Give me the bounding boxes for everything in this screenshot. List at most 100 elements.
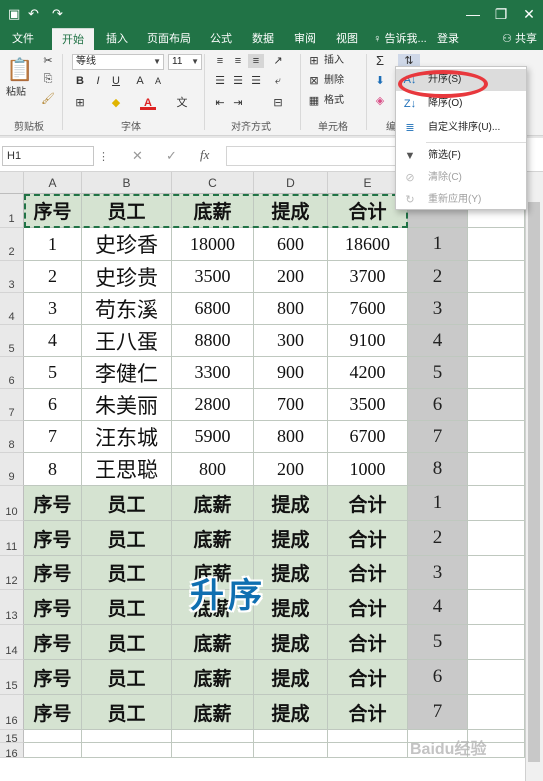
header-cell[interactable]: 序号 (24, 625, 82, 660)
tab-formulas[interactable]: 公式 (202, 28, 240, 50)
data-cell[interactable]: 8800 (172, 325, 254, 357)
cut-icon[interactable]: ✂ (40, 54, 56, 68)
header-cell[interactable]: 提成 (254, 660, 328, 695)
header-cell[interactable]: 序号 (24, 556, 82, 590)
underline-icon[interactable]: U (108, 74, 124, 88)
row-header[interactable]: 4 (0, 293, 24, 325)
increase-indent-icon[interactable]: ⇥ (230, 96, 246, 110)
data-cell[interactable]: 800 (172, 453, 254, 486)
italic-icon[interactable]: I (90, 74, 106, 88)
data-cell[interactable]: 4 (24, 325, 82, 357)
insert-cells-button[interactable]: 插入 (324, 54, 344, 68)
menu-item-filter[interactable]: ▼ 筛选(F) (396, 145, 526, 167)
tab-view[interactable]: 视图 (328, 28, 366, 50)
header-cell[interactable]: 底薪 (172, 660, 254, 695)
row-header[interactable]: 7 (0, 389, 24, 421)
data-cell[interactable]: 1 (24, 228, 82, 261)
header-cell[interactable]: 提成 (254, 521, 328, 556)
orientation-icon[interactable]: ↗ (270, 54, 286, 68)
empty-cell[interactable] (468, 660, 525, 695)
row-header[interactable]: 3 (0, 261, 24, 293)
row-header[interactable]: 16 (0, 695, 24, 730)
formula-input[interactable] (226, 146, 396, 166)
redo-icon[interactable]: ↷ (52, 5, 63, 23)
tab-file[interactable]: 文件 (4, 28, 42, 50)
header-cell[interactable]: 员工 (82, 194, 172, 228)
data-cell[interactable]: 3300 (172, 357, 254, 389)
data-cell[interactable]: 3700 (328, 261, 408, 293)
column-header-d[interactable]: D (254, 172, 328, 194)
row-header[interactable]: 5 (0, 325, 24, 357)
delete-cells-icon[interactable]: ⊠ (306, 74, 322, 88)
empty-cell[interactable] (82, 730, 172, 743)
data-cell[interactable]: 18000 (172, 228, 254, 261)
row-header[interactable]: 2 (0, 228, 24, 261)
font-grow-icon[interactable]: A (132, 74, 148, 88)
header-cell[interactable]: 序号 (24, 695, 82, 730)
tab-page-layout[interactable]: 页面布局 (140, 28, 198, 50)
select-all-corner[interactable] (0, 172, 24, 194)
paste-button-label[interactable]: 粘贴 (6, 86, 26, 100)
data-cell[interactable]: 7 (24, 421, 82, 453)
data-cell[interactable]: 王思聪 (82, 453, 172, 486)
tab-data[interactable]: 数据 (244, 28, 282, 50)
data-cell[interactable]: 8 (24, 453, 82, 486)
header-cell[interactable]: 合计 (328, 660, 408, 695)
header-cell[interactable]: 员工 (82, 556, 172, 590)
worksheet-grid[interactable]: A B C D E 1 2 3 4 5 6 7 8 9 10 11 12 13 14 15 16 15 16 序号… (0, 172, 543, 781)
paste-icon[interactable]: 📋 (6, 56, 33, 84)
data-cell[interactable]: 200 (254, 453, 328, 486)
data-cell[interactable]: 王八蛋 (82, 325, 172, 357)
helper-cell[interactable]: 6 (408, 660, 468, 695)
header-cell[interactable]: 员工 (82, 590, 172, 625)
empty-cell[interactable] (468, 357, 525, 389)
fill-color-icon[interactable]: ◆ (108, 96, 124, 110)
empty-cell[interactable] (172, 730, 254, 743)
clear-icon[interactable]: ◈ (372, 94, 388, 108)
insert-cells-icon[interactable]: ⊞ (306, 54, 322, 68)
name-box[interactable]: H1 (2, 146, 94, 166)
data-cell[interactable]: 9100 (328, 325, 408, 357)
close-button[interactable]: ✕ (515, 0, 543, 28)
empty-cell[interactable] (468, 625, 525, 660)
merge-center-icon[interactable]: ⊟ (270, 96, 286, 110)
row-header[interactable]: 6 (0, 357, 24, 389)
undo-icon[interactable]: ↶ (28, 5, 39, 23)
empty-cell[interactable] (328, 743, 408, 758)
header-cell[interactable]: 合计 (328, 625, 408, 660)
empty-cell[interactable] (468, 695, 525, 730)
empty-cell[interactable] (468, 521, 525, 556)
align-middle-icon[interactable]: ≡ (230, 54, 246, 68)
row-header[interactable]: 15 (0, 730, 24, 745)
data-cell[interactable]: 朱美丽 (82, 389, 172, 421)
decrease-indent-icon[interactable]: ⇤ (212, 96, 228, 110)
row-header[interactable]: 16 (0, 743, 24, 760)
data-cell[interactable]: 600 (254, 228, 328, 261)
row-header[interactable]: 11 (0, 521, 24, 556)
data-cell[interactable]: 300 (254, 325, 328, 357)
enter-icon[interactable]: ✓ (166, 148, 177, 164)
tell-me-box[interactable]: ♀ 告诉我... (370, 28, 430, 50)
menu-item-sort-ascending[interactable]: A↓ 升序(S) (396, 69, 526, 91)
format-cells-icon[interactable]: ▦ (306, 94, 322, 108)
header-cell[interactable]: 合计 (328, 695, 408, 730)
header-cell[interactable]: 提成 (254, 486, 328, 521)
data-cell[interactable]: 1000 (328, 453, 408, 486)
empty-cell[interactable] (82, 743, 172, 758)
data-cell[interactable]: 李健仁 (82, 357, 172, 389)
header-cell[interactable]: 合计 (328, 590, 408, 625)
row-header[interactable]: 13 (0, 590, 24, 625)
header-cell[interactable]: 底薪 (172, 194, 254, 228)
border-icon[interactable]: ⊞ (72, 96, 88, 110)
header-cell[interactable]: 提成 (254, 625, 328, 660)
data-cell[interactable]: 18600 (328, 228, 408, 261)
row-header[interactable]: 10 (0, 486, 24, 521)
empty-cell[interactable] (328, 730, 408, 743)
data-cell[interactable]: 5 (24, 357, 82, 389)
header-cell[interactable]: 员工 (82, 625, 172, 660)
tab-review[interactable]: 审阅 (286, 28, 324, 50)
empty-cell[interactable] (468, 590, 525, 625)
row-header[interactable]: 9 (0, 453, 24, 486)
data-cell[interactable]: 6 (24, 389, 82, 421)
format-cells-button[interactable]: 格式 (324, 94, 344, 108)
